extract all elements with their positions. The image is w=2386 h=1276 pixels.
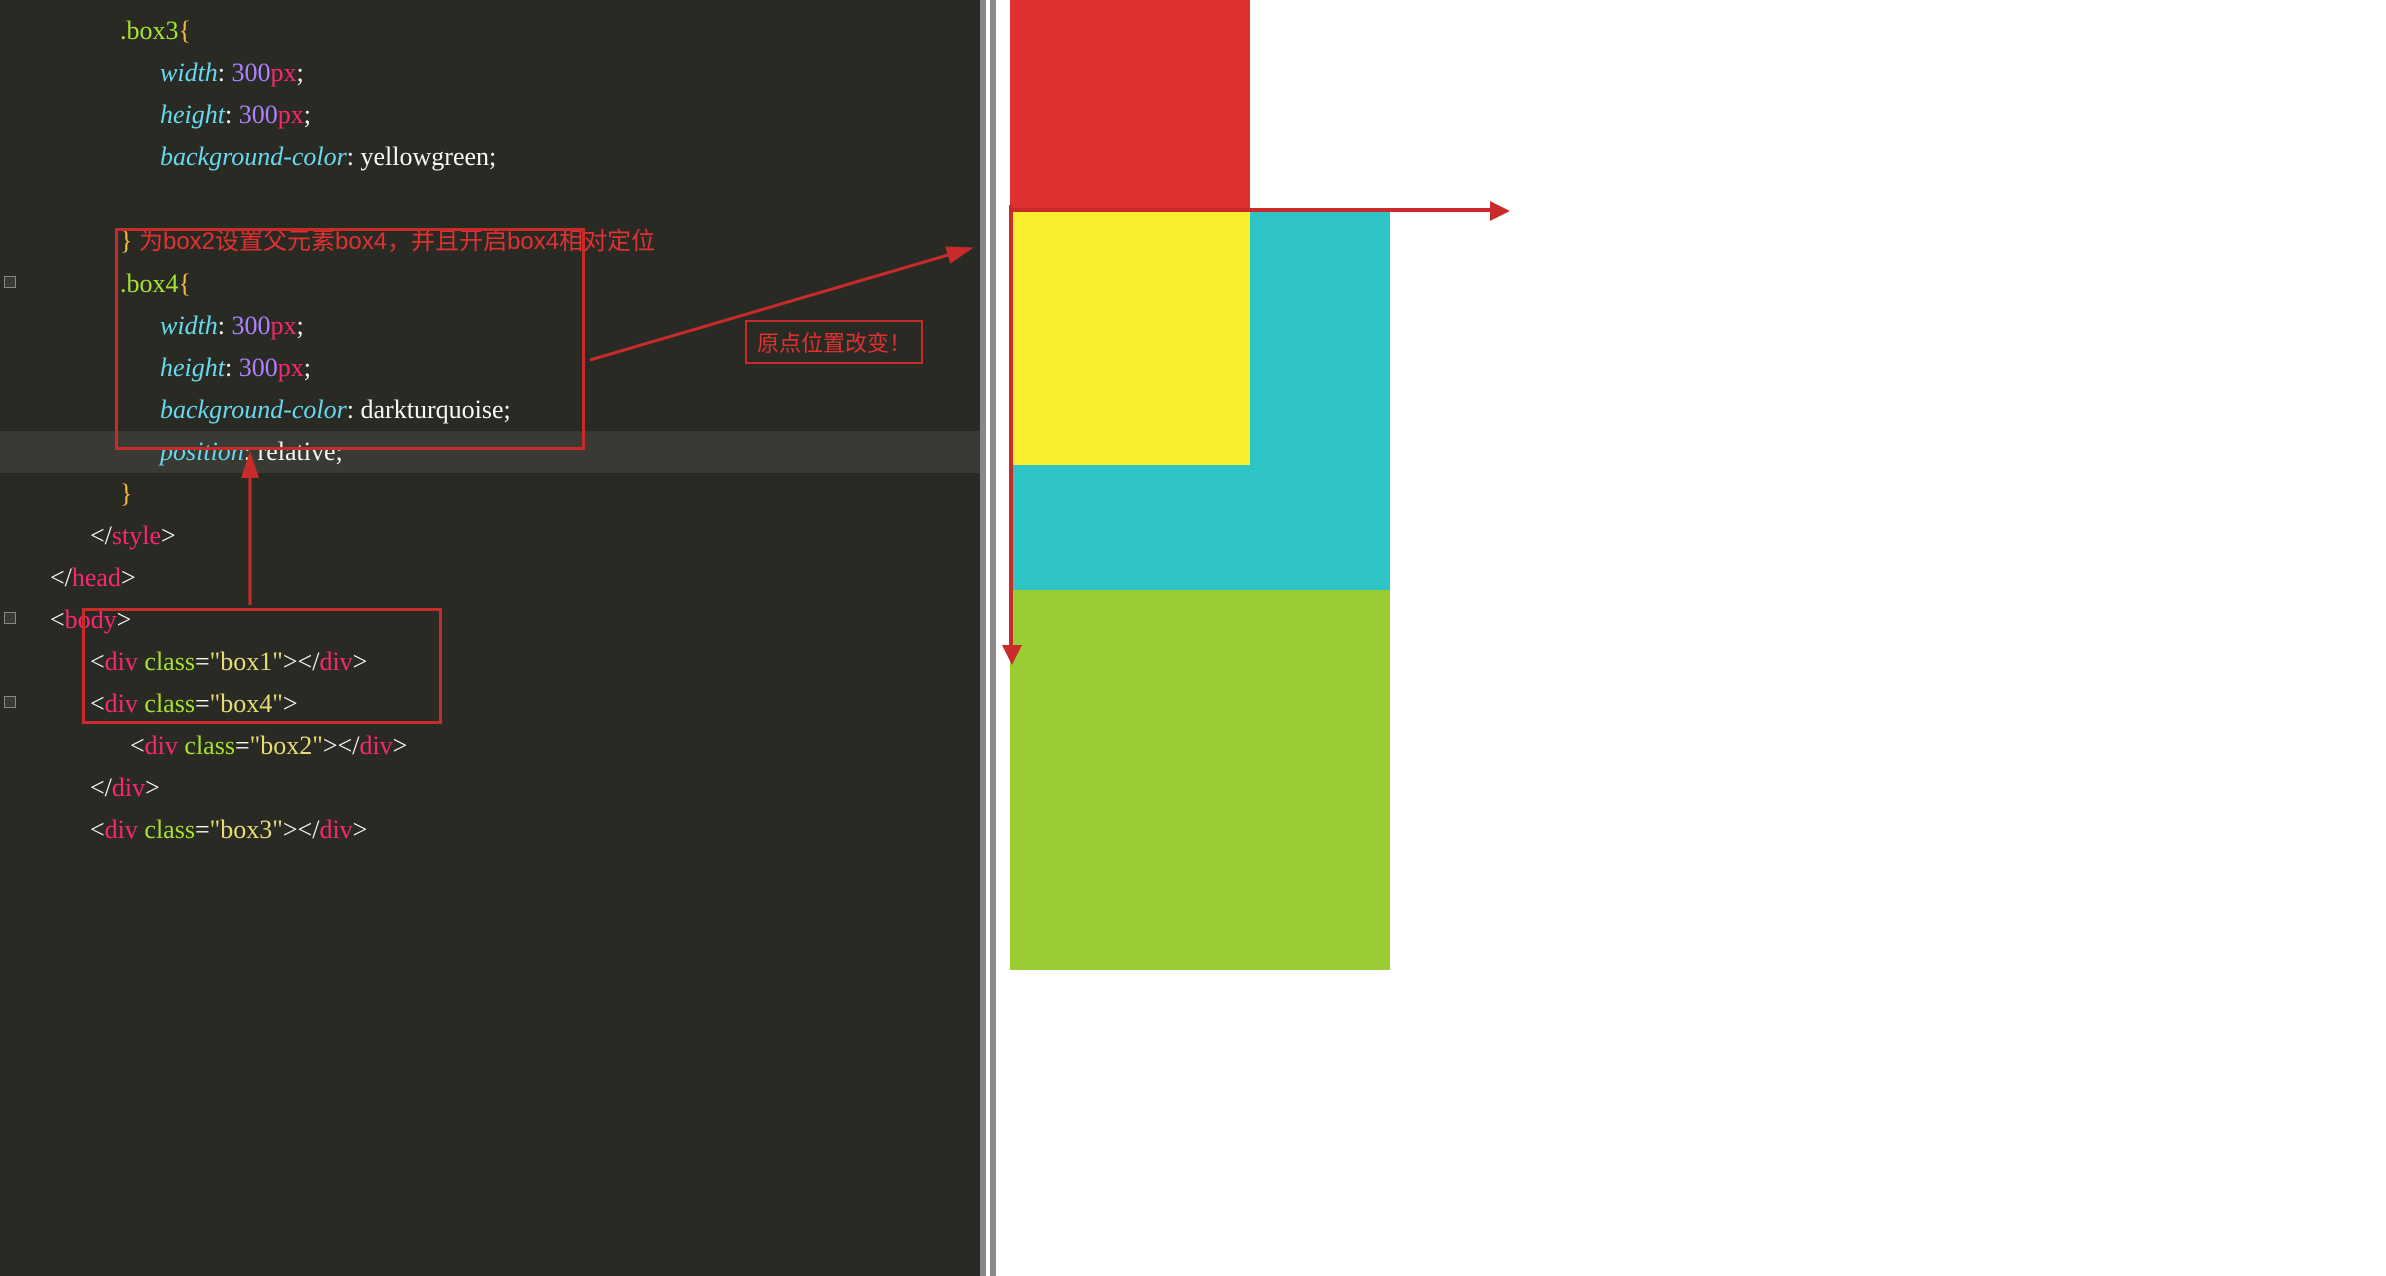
- code-line: <div class="box2"></div>: [0, 725, 980, 767]
- code-line: background-color: yellowgreen;: [0, 136, 980, 178]
- code-line: }: [0, 473, 980, 515]
- preview-box4: [1010, 210, 1390, 590]
- code-blank-line: [0, 178, 980, 220]
- preview-box2: [1010, 210, 1250, 465]
- code-line-active: position: relative;: [0, 431, 980, 473]
- fold-marker-icon[interactable]: [4, 696, 16, 708]
- preview-viewport: [1010, 0, 2386, 1276]
- pane-divider[interactable]: [980, 0, 986, 1276]
- css-selector: .box3: [120, 16, 179, 45]
- code-line: height: 300px;: [0, 94, 980, 136]
- inline-comment: 为box2设置父元素box4，并且开启box4相对定位: [139, 228, 655, 255]
- annotation-origin-label: 原点位置改变！: [745, 320, 923, 364]
- code-line: <div class="box1"></div>: [0, 641, 980, 683]
- code-line: <div class="box3"></div>: [0, 809, 980, 851]
- fold-marker-icon[interactable]: [4, 276, 16, 288]
- code-editor-pane[interactable]: .box3{ width: 300px; height: 300px; back…: [0, 0, 980, 1276]
- axis-x-arrow-icon: [1010, 205, 1510, 217]
- axis-y-arrow-icon: [1006, 205, 1018, 665]
- preview-box3: [1010, 590, 1390, 970]
- preview-box1: [1010, 0, 1250, 210]
- code-line: <div class="box4">: [0, 683, 980, 725]
- fold-marker-icon[interactable]: [4, 612, 16, 624]
- preview-pane: [980, 0, 2386, 1276]
- code-line: <body>: [0, 599, 980, 641]
- css-selector: .box4: [120, 269, 179, 298]
- code-line: width: 300px;: [0, 52, 980, 94]
- code-line: </style>: [0, 515, 980, 557]
- code-line: background-color: darkturquoise;: [0, 389, 980, 431]
- code-line: } 为box2设置父元素box4，并且开启box4相对定位: [0, 220, 980, 263]
- code-line: </div>: [0, 767, 980, 809]
- code-line: .box3{: [0, 10, 980, 52]
- code-line: .box4{: [0, 263, 980, 305]
- code-line: </head>: [0, 557, 980, 599]
- pane-divider[interactable]: [990, 0, 996, 1276]
